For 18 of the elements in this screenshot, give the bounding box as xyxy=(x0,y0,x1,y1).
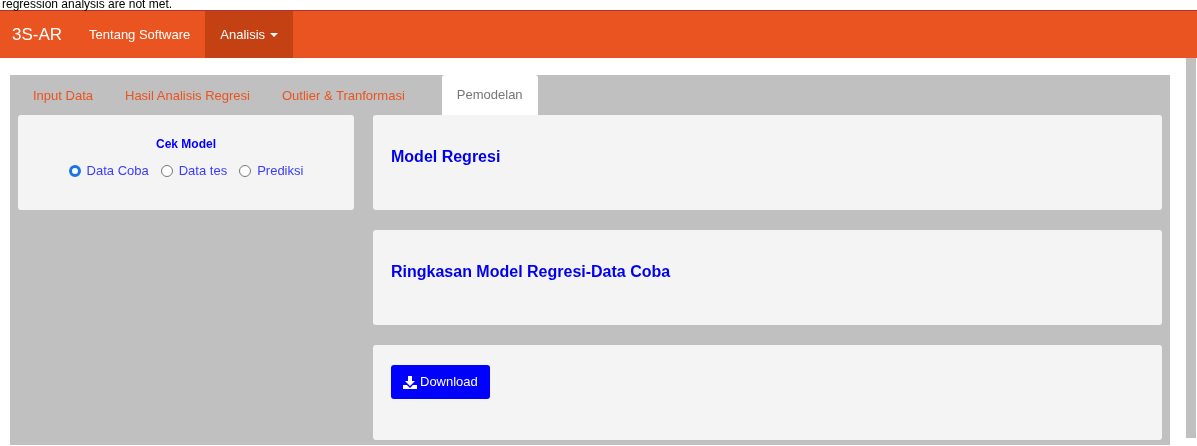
sidebar-title: Cek Model xyxy=(156,136,216,153)
panel-title: Ringkasan Model Regresi-Data Coba xyxy=(391,262,672,282)
download-icon xyxy=(403,375,417,389)
nav-link[interactable]: Tentang Software xyxy=(74,11,206,58)
caret-icon xyxy=(270,32,279,37)
download-button[interactable]: Download xyxy=(391,365,490,399)
radio-label[interactable]: Data tes xyxy=(178,161,228,181)
scrollbar[interactable] xyxy=(1186,58,1196,438)
radio-label[interactable]: Prediksi xyxy=(257,161,304,181)
tab[interactable]: Pemodelan xyxy=(441,75,538,115)
radio-button[interactable] xyxy=(160,164,173,177)
panel-title: Model Regresi xyxy=(391,147,502,167)
nav-link[interactable]: Analisis xyxy=(205,11,294,58)
radio-label[interactable]: Data Coba xyxy=(86,161,149,181)
radio-button[interactable] xyxy=(239,164,252,177)
brand-logo[interactable]: 3S-AR xyxy=(0,11,75,58)
page-caption: regression analysis are not met. xyxy=(2,0,173,10)
radio-button[interactable] xyxy=(68,164,81,177)
